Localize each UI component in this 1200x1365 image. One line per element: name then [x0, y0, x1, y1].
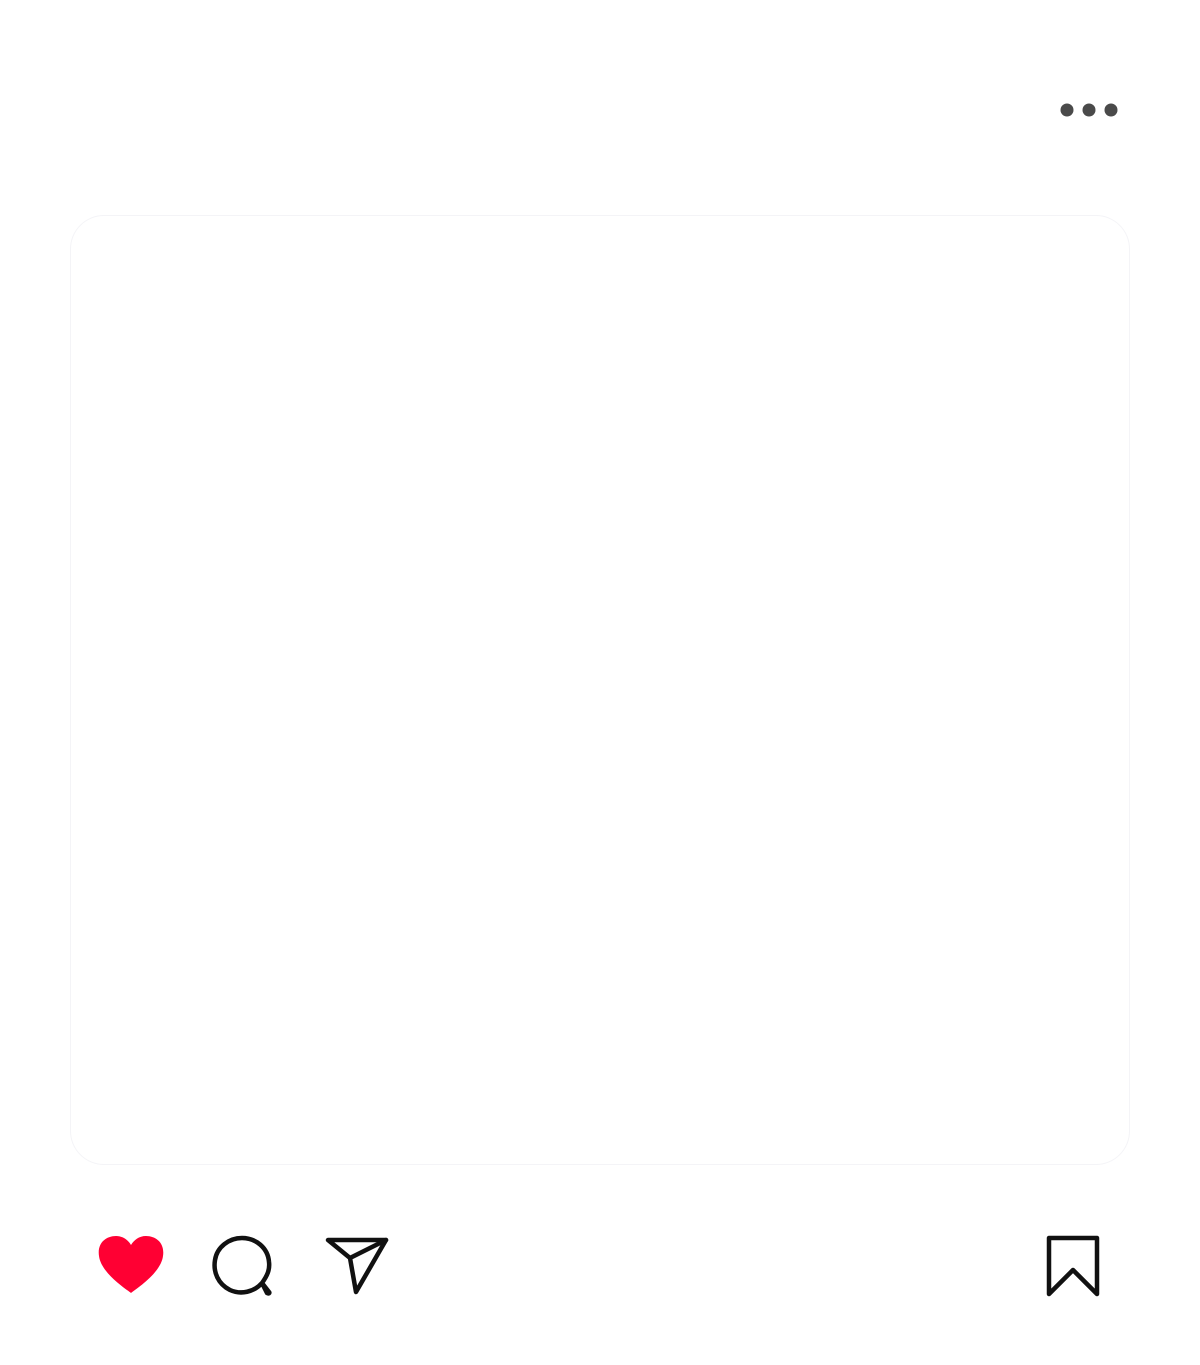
- like-button[interactable]: [92, 1230, 170, 1302]
- more-horizontal-icon: [1060, 103, 1118, 117]
- social-post-card: [0, 0, 1200, 1365]
- comment-button[interactable]: [206, 1230, 280, 1302]
- save-button[interactable]: [1038, 1228, 1108, 1304]
- heart-filled-icon: [98, 1236, 164, 1293]
- post-action-bar: [0, 1210, 1200, 1320]
- speech-bubble-icon: [212, 1235, 272, 1296]
- share-button[interactable]: [320, 1230, 394, 1302]
- post-media[interactable]: [70, 215, 1130, 1165]
- post-header: [0, 0, 1200, 215]
- more-options-button[interactable]: [1052, 92, 1126, 128]
- bookmark-icon: [1046, 1235, 1100, 1297]
- paper-plane-icon: [325, 1237, 389, 1295]
